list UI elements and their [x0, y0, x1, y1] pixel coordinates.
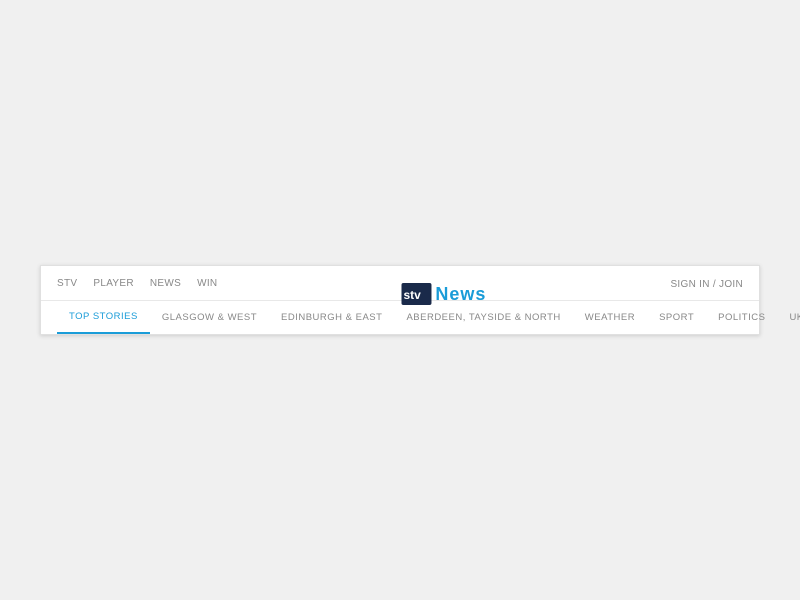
subnav-top-stories[interactable]: TOP STORIES [57, 301, 150, 334]
subnav-edinburgh-east[interactable]: EDINBURGH & EAST [269, 302, 394, 333]
navigation-bar: STV PLAYER NEWS WIN stv News SIGN IN / J… [40, 265, 760, 335]
subnav-sport[interactable]: SPORT [647, 302, 706, 333]
subnav-aberdeen[interactable]: ABERDEEN, TAYSIDE & NORTH [394, 302, 572, 333]
site-logo[interactable]: stv News [401, 283, 486, 305]
subnav-glasgow-west[interactable]: GLASGOW & WEST [150, 302, 269, 333]
sub-navigation: TOP STORIES GLASGOW & WEST EDINBURGH & E… [41, 301, 759, 334]
player-link[interactable]: PLAYER [93, 278, 134, 289]
stv-icon: stv [401, 283, 431, 305]
news-link[interactable]: NEWS [150, 278, 181, 289]
stv-link[interactable]: STV [57, 278, 77, 289]
news-logo-text: News [435, 284, 486, 305]
subnav-politics[interactable]: POLITICS [706, 302, 777, 333]
top-bar: STV PLAYER NEWS WIN stv News SIGN IN / J… [41, 266, 759, 301]
sign-in-link[interactable]: SIGN IN / JOIN [670, 279, 743, 290]
win-link[interactable]: WIN [197, 278, 217, 289]
svg-text:stv: stv [403, 288, 421, 302]
sign-in-area: SIGN IN / JOIN [670, 274, 743, 292]
subnav-weather[interactable]: WEATHER [573, 302, 647, 333]
top-bar-links: STV PLAYER NEWS WIN [57, 278, 217, 289]
subnav-uk[interactable]: UK [777, 302, 800, 333]
